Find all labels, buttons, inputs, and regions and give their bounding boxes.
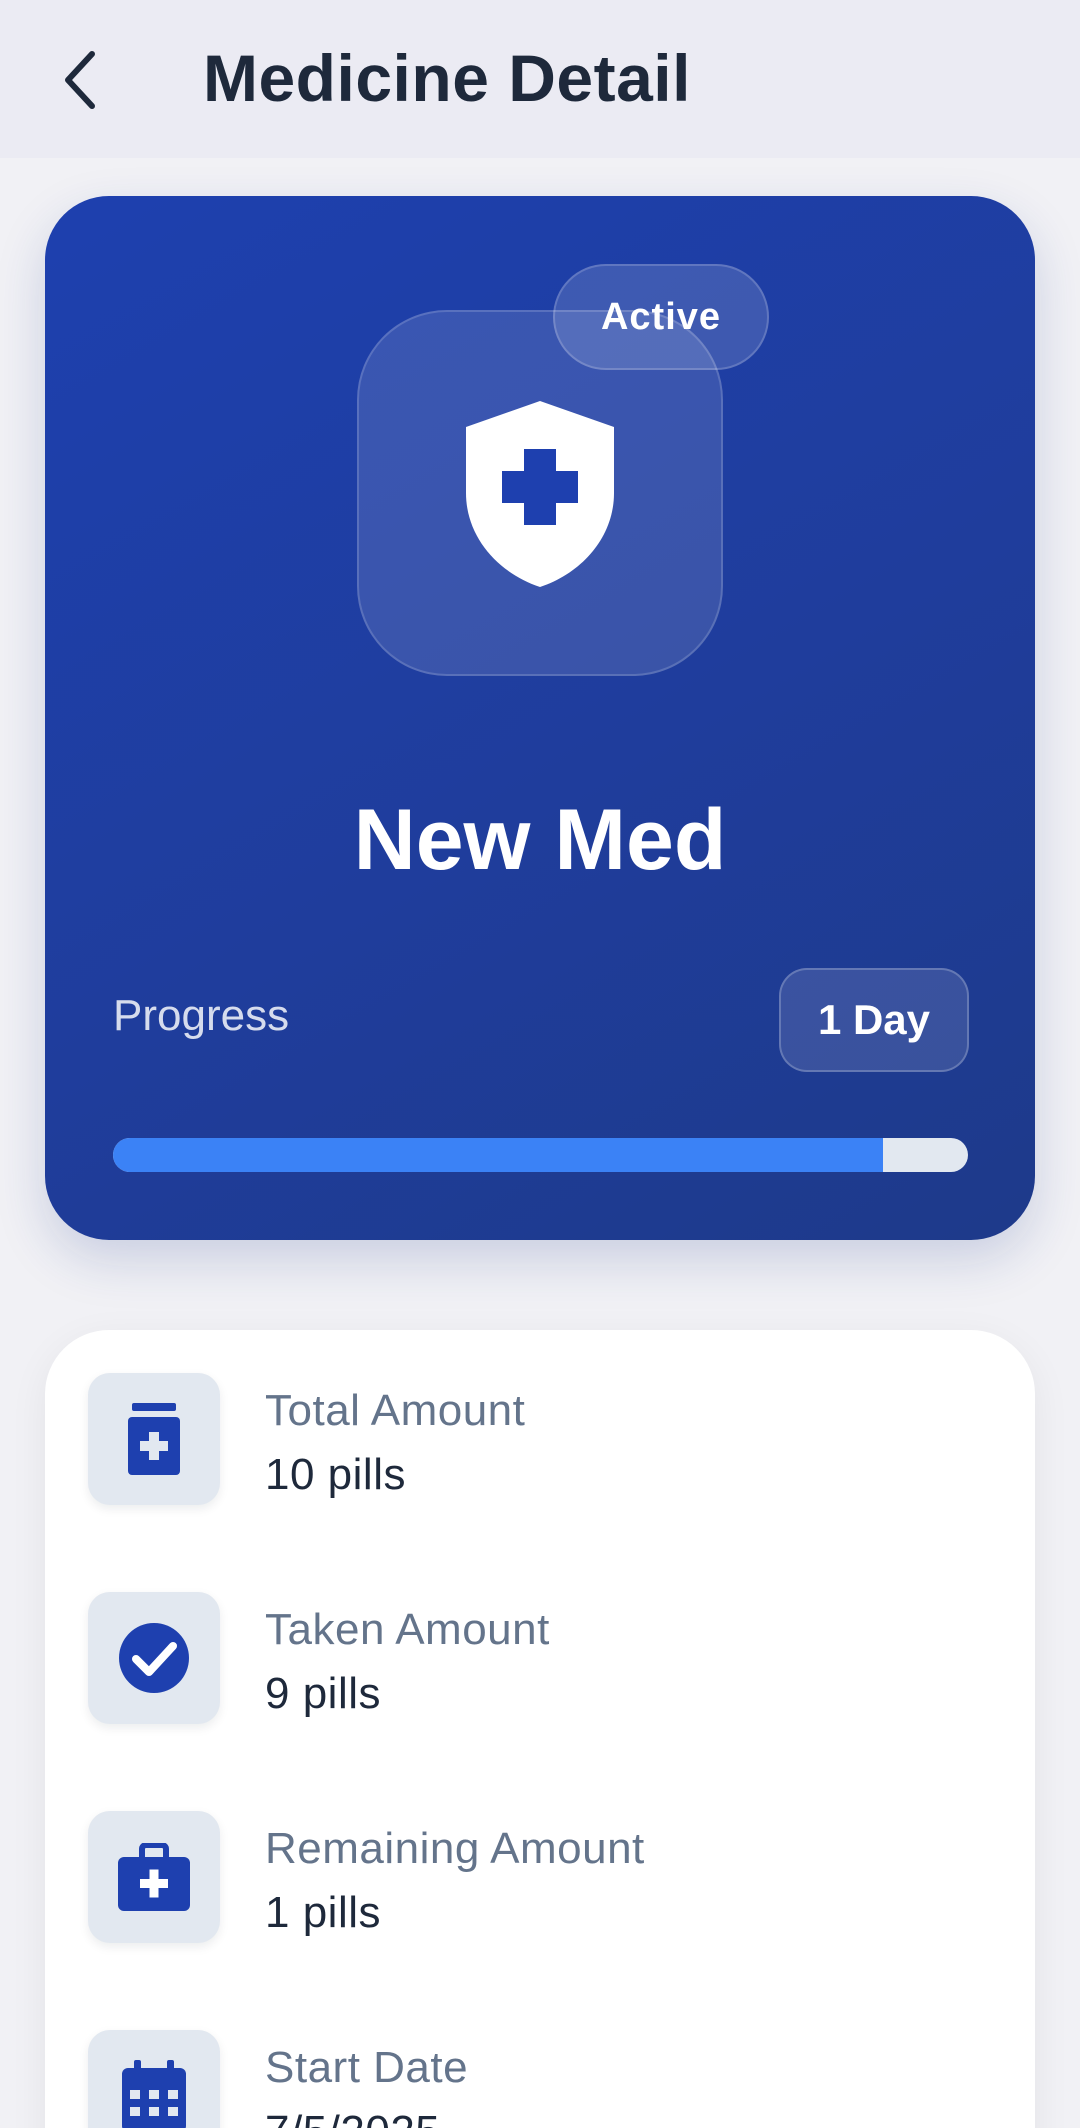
detail-label: Remaining Amount	[265, 1824, 645, 1873]
check-circle-icon	[119, 1623, 189, 1693]
detail-label: Total Amount	[265, 1386, 526, 1435]
detail-row-remaining: Remaining Amount 1 pills	[45, 1811, 1035, 1991]
medicine-summary-card: Active New Med 1 Day Progress	[45, 196, 1035, 1240]
calendar-icon	[122, 2060, 186, 2128]
detail-value: 10 pills	[265, 1450, 406, 1499]
detail-value: 1 pills	[265, 1888, 381, 1937]
medical-kit-icon	[118, 1843, 190, 1911]
row-icon-tile	[88, 1592, 220, 1724]
detail-row-total: Total Amount 10 pills	[45, 1373, 1035, 1553]
detail-row-taken: Taken Amount 9 pills	[45, 1592, 1035, 1772]
progress-bar-fill	[113, 1138, 883, 1172]
progress-label: Progress	[113, 991, 290, 1040]
page-title: Medicine Detail	[203, 41, 691, 115]
row-icon-tile	[88, 2030, 220, 2128]
status-badge: Active	[553, 264, 769, 370]
detail-value: 7/5/2025	[265, 2104, 440, 2128]
row-icon-tile	[88, 1373, 220, 1505]
detail-label: Taken Amount	[265, 1605, 550, 1654]
duration-badge: 1 Day	[779, 968, 969, 1072]
detail-row-start-date: Start Date 7/5/2025	[45, 2030, 1035, 2128]
row-icon-tile	[88, 1811, 220, 1943]
detail-label: Start Date	[265, 2043, 469, 2092]
chevron-left-icon	[65, 51, 95, 109]
medicine-bottle-icon	[128, 1403, 180, 1475]
back-button[interactable]	[48, 40, 112, 120]
app-bar: Medicine Detail	[0, 0, 1080, 158]
details-card: Total Amount 10 pills Taken Amount 9 pil…	[45, 1330, 1035, 2128]
detail-value: 9 pills	[265, 1669, 381, 1718]
medicine-name: New Med	[353, 792, 727, 888]
progress-bar	[113, 1138, 968, 1172]
shield-plus-icon	[466, 401, 614, 587]
